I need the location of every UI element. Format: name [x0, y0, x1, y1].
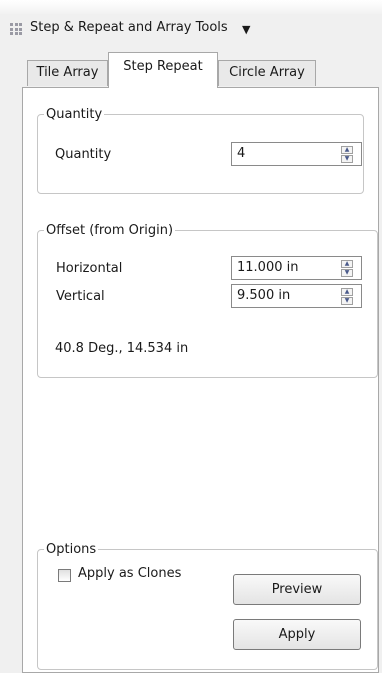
- step-repeat-panel: Quantity Quantity 4 ▲ ▼ Offset (from Ori…: [22, 87, 379, 673]
- horizontal-label: Horizontal: [56, 261, 123, 276]
- quantity-stepper[interactable]: 4 ▲ ▼: [231, 142, 362, 166]
- tab-circle-array[interactable]: Circle Array: [218, 60, 316, 86]
- vertical-label: Vertical: [56, 289, 105, 304]
- vertical-stepper[interactable]: 9.500 in ▲ ▼: [231, 284, 362, 308]
- offset-summary: 40.8 Deg., 14.534 in: [55, 341, 189, 356]
- spinner-down-icon[interactable]: ▼: [341, 155, 353, 163]
- window-title: Step & Repeat and Array Tools: [30, 20, 228, 35]
- apply-as-clones-checkbox[interactable]: [58, 569, 71, 582]
- apply-as-clones-label[interactable]: Apply as Clones: [78, 566, 181, 581]
- quantity-group-legend: Quantity: [46, 107, 103, 122]
- title-bar: Step & Repeat and Array Tools ▼: [0, 14, 382, 44]
- spinner-up-icon[interactable]: ▲: [341, 288, 353, 296]
- tab-tile-array[interactable]: Tile Array: [27, 60, 108, 86]
- window-top-edge: [0, 0, 382, 14]
- quantity-label: Quantity: [55, 147, 112, 162]
- grip-icon[interactable]: [10, 23, 22, 35]
- chevron-down-icon[interactable]: ▼: [242, 23, 250, 36]
- quantity-value[interactable]: 4: [237, 146, 245, 161]
- horizontal-stepper[interactable]: 11.000 in ▲ ▼: [231, 256, 362, 280]
- tab-step-repeat[interactable]: Step Repeat: [108, 52, 218, 88]
- spinner-up-icon[interactable]: ▲: [341, 260, 353, 268]
- spinner-down-icon[interactable]: ▼: [341, 297, 353, 305]
- spinner-up-icon[interactable]: ▲: [341, 146, 353, 154]
- vertical-value[interactable]: 9.500 in: [237, 288, 290, 303]
- options-group-legend: Options: [46, 542, 97, 557]
- preview-button[interactable]: Preview: [233, 574, 361, 605]
- apply-button[interactable]: Apply: [233, 619, 361, 650]
- horizontal-value[interactable]: 11.000 in: [237, 260, 298, 275]
- offset-group-legend: Offset (from Origin): [46, 223, 174, 238]
- spinner-down-icon[interactable]: ▼: [341, 269, 353, 277]
- options-group: Options: [37, 542, 378, 670]
